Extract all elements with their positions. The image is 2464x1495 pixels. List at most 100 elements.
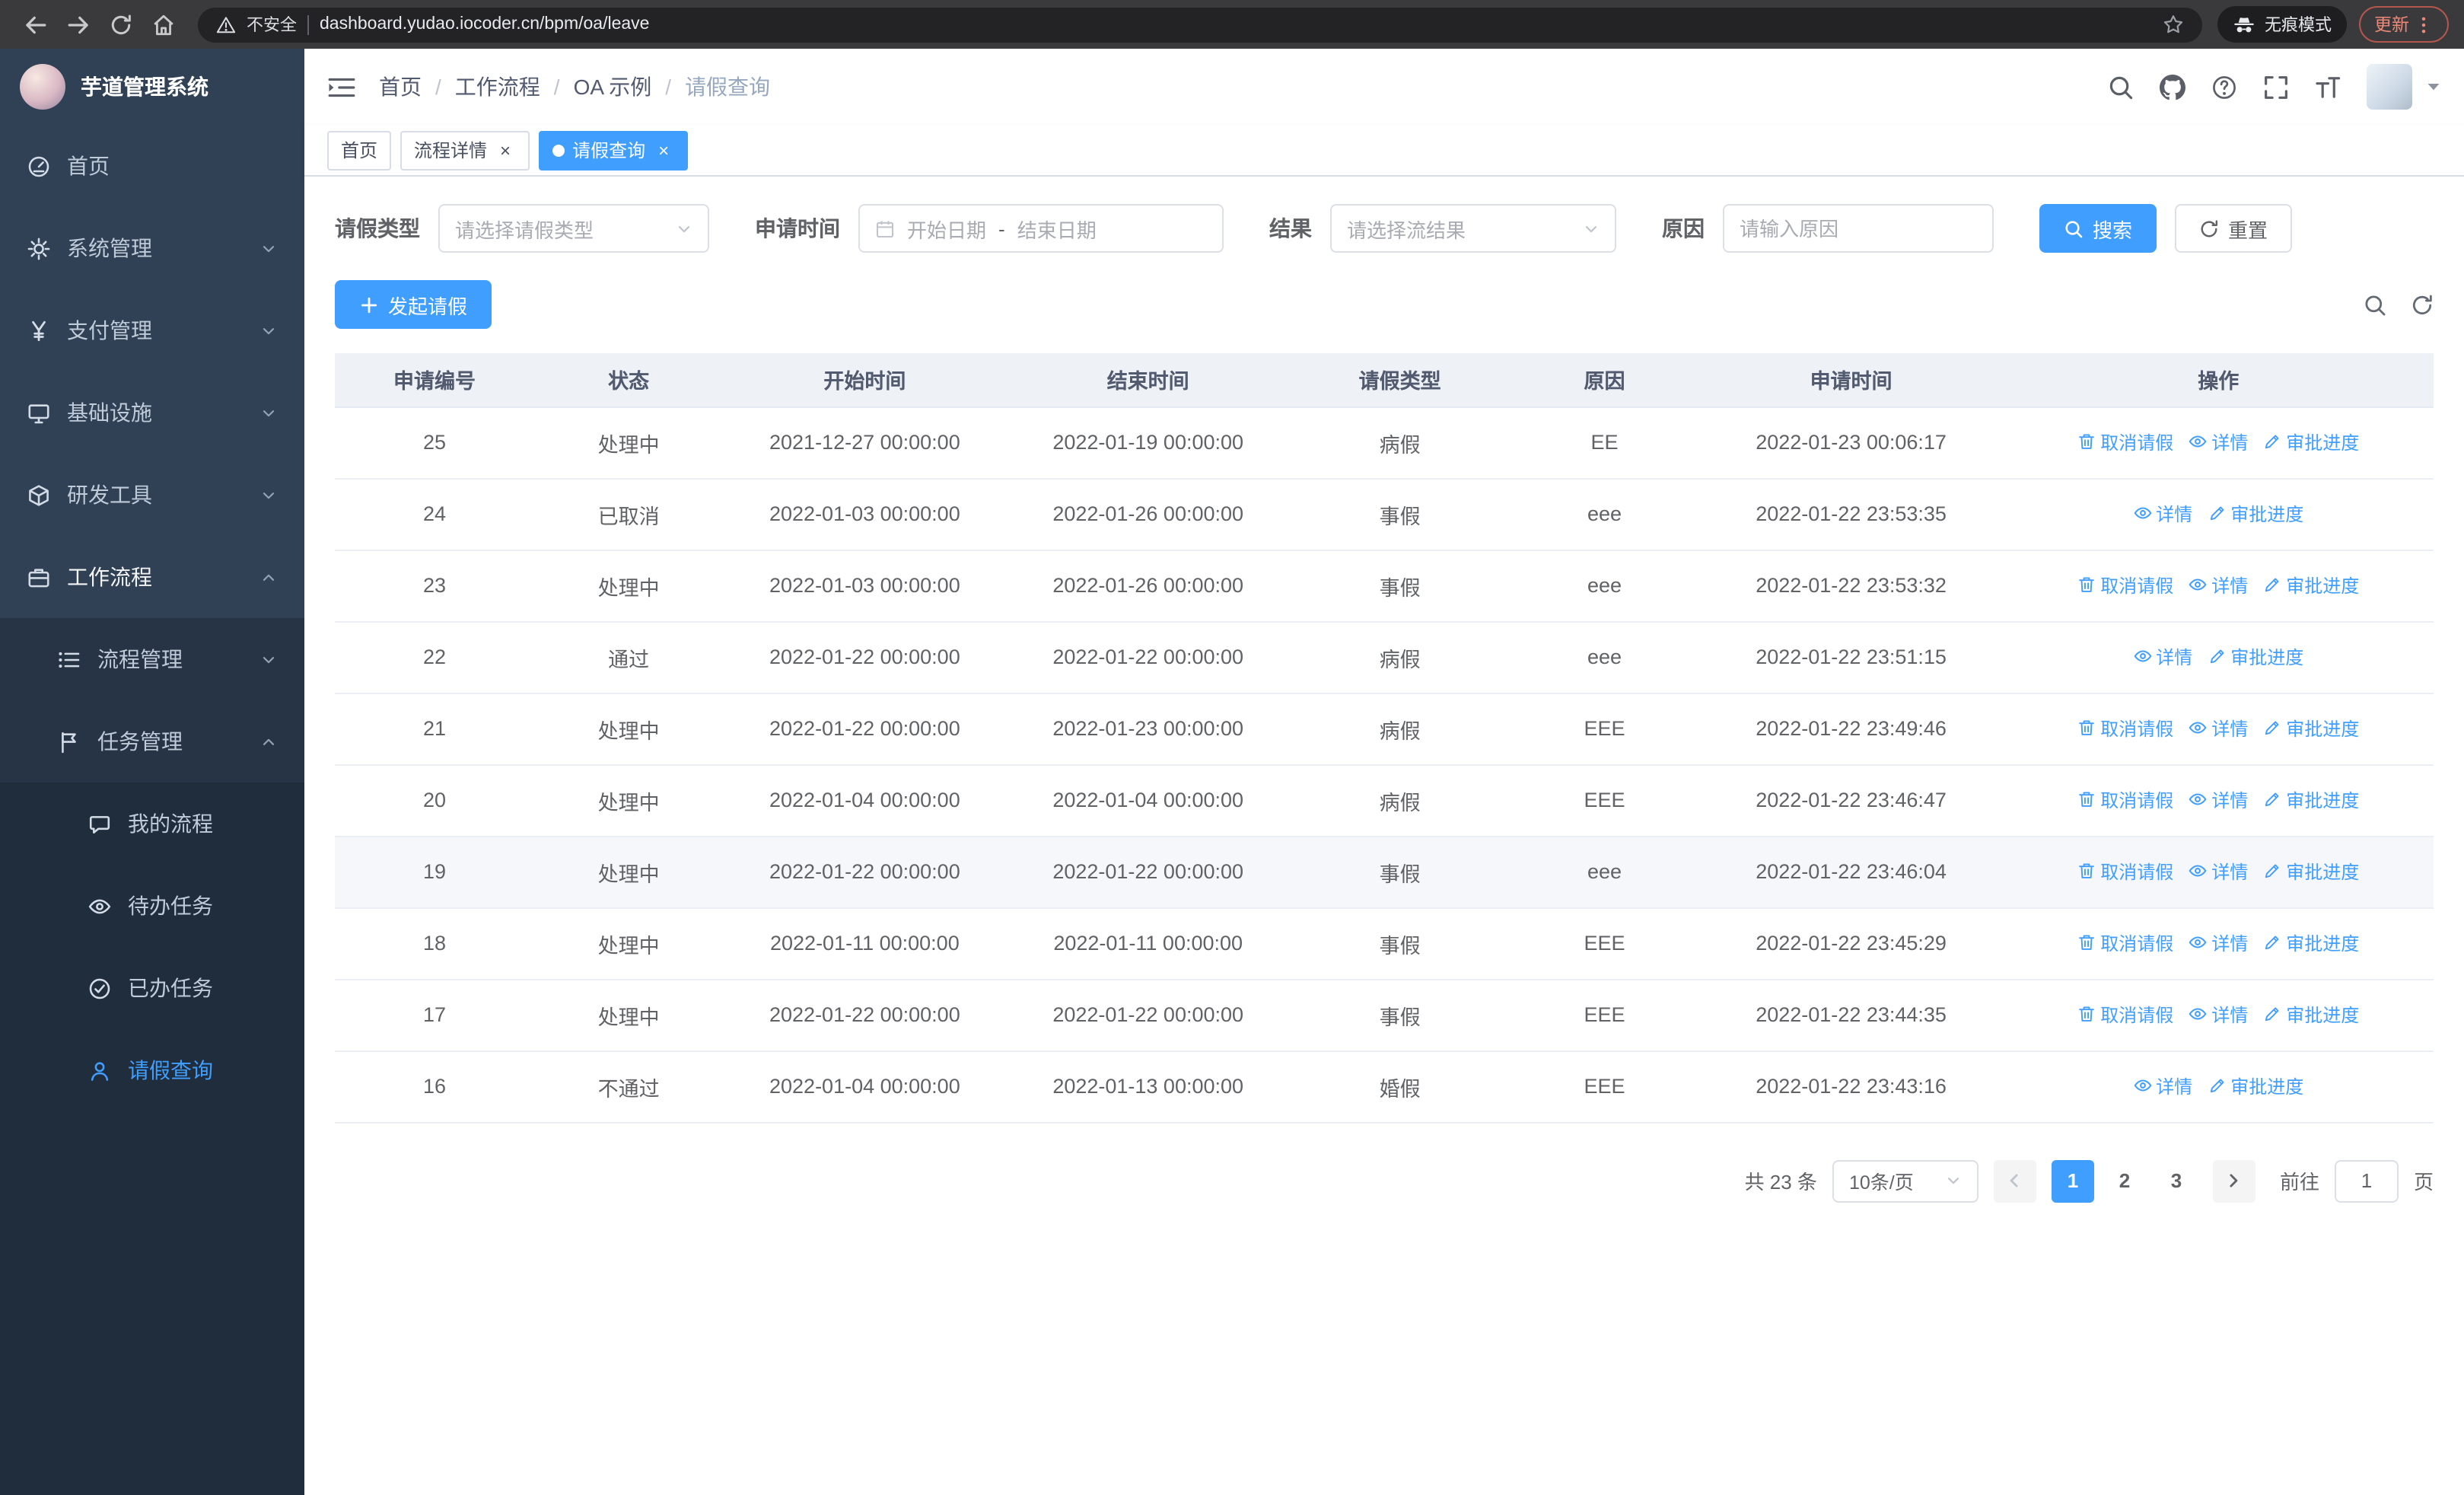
leave-type-placeholder: 请选择请假类型 [455, 218, 594, 241]
sidebar-item-system[interactable]: 系统管理 [0, 207, 304, 289]
github-icon[interactable] [2160, 74, 2185, 100]
cell-end-time: 2022-01-23 00:00:00 [1006, 693, 1290, 765]
action-label: 取消请假 [2100, 789, 2174, 811]
sidebar-item-my-process[interactable]: 我的流程 [0, 783, 304, 865]
cell-status: 不通过 [534, 1050, 724, 1123]
refresh-icon[interactable] [2411, 293, 2434, 316]
end-date-placeholder[interactable]: 结束日期 [1017, 214, 1097, 243]
user-avatar[interactable] [2367, 64, 2412, 110]
action-detail-link[interactable]: 详情 [2189, 716, 2248, 741]
action-progress-link[interactable]: 审批进度 [2208, 644, 2303, 670]
cell-actions: 取消请假 详情 审批进度 [2003, 836, 2434, 908]
app-logo[interactable]: 芋道管理系统 [0, 49, 304, 125]
action-detail-link[interactable]: 详情 [2189, 1002, 2248, 1028]
create-leave-button[interactable]: 发起请假 [335, 280, 492, 329]
browser-update-button[interactable]: 更新 [2359, 6, 2449, 43]
action-detail-link[interactable]: 详情 [2189, 859, 2248, 885]
sidebar-item-todo-tasks[interactable]: 待办任务 [0, 865, 304, 947]
breadcrumb-item[interactable]: 工作流程 [455, 72, 540, 102]
sidebar-item-task-management[interactable]: 任务管理 [0, 700, 304, 783]
tab-process-detail[interactable]: 流程详情 × [400, 130, 530, 170]
filter-result: 结果 请选择流结果 [1269, 204, 1616, 253]
action-cancel-link[interactable]: 取消请假 [2077, 859, 2173, 885]
page-size-select[interactable]: 10条/页 [1832, 1159, 1979, 1202]
sidebar-item-process-management[interactable]: 流程管理 [0, 618, 304, 700]
action-cancel-link[interactable]: 取消请假 [2077, 716, 2173, 741]
tab-home[interactable]: 首页 [327, 130, 392, 170]
search-button[interactable]: 搜索 [2039, 204, 2157, 253]
reason-input[interactable] [1740, 217, 1977, 240]
sidebar-item-home[interactable]: 首页 [0, 125, 304, 207]
apply-time-range-picker[interactable]: 开始日期 - 结束日期 [858, 204, 1224, 253]
action-cancel-link[interactable]: 取消请假 [2077, 429, 2173, 455]
action-detail-link[interactable]: 详情 [2189, 787, 2248, 813]
sidebar-item-label: 基础设施 [67, 400, 152, 425]
start-date-placeholder[interactable]: 开始日期 [907, 214, 986, 243]
close-icon[interactable]: × [495, 139, 516, 161]
sidebar-item-workflow[interactable]: 工作流程 [0, 536, 304, 618]
help-icon[interactable] [2211, 74, 2237, 100]
action-detail-link[interactable]: 详情 [2133, 644, 2192, 670]
breadcrumb-item[interactable]: 首页 [379, 72, 422, 102]
bookmark-star-icon[interactable] [2163, 14, 2184, 35]
action-detail-link[interactable]: 详情 [2133, 501, 2192, 527]
action-progress-link[interactable]: 审批进度 [2208, 1073, 2303, 1099]
action-detail-link[interactable]: 详情 [2189, 429, 2248, 455]
action-progress-link[interactable]: 审批进度 [2263, 1002, 2359, 1028]
action-cancel-link[interactable]: 取消请假 [2077, 930, 2173, 956]
browser-home-button[interactable] [143, 5, 183, 44]
action-detail-link[interactable]: 详情 [2189, 572, 2248, 598]
reset-button[interactable]: 重置 [2175, 204, 2293, 253]
browser-reload-button[interactable] [100, 5, 140, 44]
search-icon[interactable] [2108, 74, 2134, 100]
cell-start-time: 2022-01-04 00:00:00 [723, 1050, 1007, 1123]
action-progress-link[interactable]: 审批进度 [2263, 572, 2359, 598]
security-label[interactable]: 不安全 [247, 12, 297, 37]
result-select[interactable]: 请选择流结果 [1330, 204, 1616, 253]
action-detail-link[interactable]: 详情 [2189, 930, 2248, 956]
page-3-button[interactable]: 3 [2155, 1159, 2198, 1202]
breadcrumb-item[interactable]: OA 示例 [574, 72, 652, 102]
search-toggle-icon[interactable] [2364, 293, 2386, 316]
trash-icon [2077, 1006, 2096, 1024]
action-progress-link[interactable]: 审批进度 [2263, 429, 2359, 455]
tab-leave-query[interactable]: 请假查询 × [539, 130, 689, 170]
sidebar-item-leave-query[interactable]: 请假查询 [0, 1029, 304, 1111]
sidebar-item-devtools[interactable]: 研发工具 [0, 454, 304, 536]
close-icon[interactable]: × [653, 139, 674, 161]
browser-back-button[interactable] [15, 5, 55, 44]
browser-forward-button[interactable] [58, 5, 97, 44]
action-progress-link[interactable]: 审批进度 [2263, 787, 2359, 813]
cell-apply-time: 2022-01-22 23:49:46 [1698, 693, 2004, 765]
leave-type-select[interactable]: 请选择请假类型 [438, 204, 709, 253]
chevron-right-icon [2226, 1172, 2243, 1189]
page-2-button[interactable]: 2 [2103, 1159, 2146, 1202]
address-bar[interactable]: 不安全 dashboard.yudao.iocoder.cn/bpm/oa/le… [198, 7, 2202, 42]
action-progress-link[interactable]: 审批进度 [2208, 501, 2303, 527]
page-1-button[interactable]: 1 [2051, 1159, 2094, 1202]
sidebar-item-label: 请假查询 [128, 1058, 213, 1082]
cell-leave-type: 病假 [1289, 693, 1511, 765]
tab-label: 首页 [341, 140, 378, 161]
goto-page-input[interactable] [2334, 1159, 2399, 1202]
fullscreen-icon[interactable] [2263, 74, 2289, 100]
table-row: 18 处理中 2022-01-11 00:00:00 2022-01-11 00:00… [335, 907, 2434, 980]
sidebar-collapse-icon[interactable] [327, 74, 356, 100]
sidebar-item-infrastructure[interactable]: 基础设施 [0, 371, 304, 454]
action-detail-link[interactable]: 详情 [2133, 1073, 2192, 1099]
next-page-button[interactable] [2212, 1159, 2255, 1202]
cell-apply-no: 17 [335, 979, 534, 1051]
prev-page-button[interactable] [1993, 1159, 2036, 1202]
sidebar-item-done-tasks[interactable]: 已办任务 [0, 947, 304, 1029]
search-icon [2064, 218, 2084, 238]
action-cancel-link[interactable]: 取消请假 [2077, 1002, 2173, 1028]
user-menu-caret-icon[interactable] [2426, 79, 2441, 94]
sidebar-item-label: 任务管理 [97, 729, 183, 754]
action-cancel-link[interactable]: 取消请假 [2077, 572, 2173, 598]
action-progress-link[interactable]: 审批进度 [2263, 930, 2359, 956]
font-size-icon[interactable] [2315, 74, 2341, 100]
sidebar-item-payment[interactable]: 支付管理 [0, 289, 304, 371]
action-cancel-link[interactable]: 取消请假 [2077, 787, 2173, 813]
action-progress-link[interactable]: 审批进度 [2263, 859, 2359, 885]
action-progress-link[interactable]: 审批进度 [2263, 716, 2359, 741]
